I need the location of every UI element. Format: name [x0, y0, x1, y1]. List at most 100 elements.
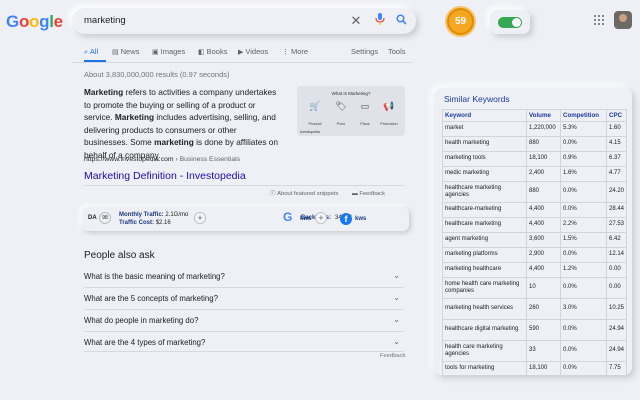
paa-divider	[84, 351, 404, 352]
avatar[interactable]	[614, 11, 632, 29]
volume-cell: 880	[526, 181, 561, 203]
google-kws-label[interactable]: kws	[300, 216, 311, 222]
snippet-bold: Marketing	[84, 87, 124, 97]
mic-icon[interactable]	[372, 13, 388, 29]
keyword-cell[interactable]: medic marketing	[442, 166, 527, 182]
table-row[interactable]: healthcare-marketing 4,400 0.0% 28.44	[442, 202, 627, 218]
tab-all[interactable]: ⌕ All	[84, 47, 98, 57]
keyword-cell[interactable]: health marketing	[442, 136, 527, 152]
more-icon: ⋮	[282, 49, 289, 56]
column-header: Volume	[526, 109, 561, 122]
snippet-bold: marketing	[154, 137, 194, 147]
feedback-link[interactable]: Feedback	[359, 191, 384, 197]
close-icon[interactable]: ✕	[348, 13, 364, 29]
tab-videos[interactable]: ▶ Videos	[238, 47, 268, 56]
volume-cell: 2,900	[526, 247, 561, 263]
add-traffic-button[interactable]: +	[194, 212, 206, 224]
paa-question[interactable]: What are the 5 concepts of marketing? ⌄	[84, 293, 404, 303]
search-input[interactable]: marketing	[84, 15, 126, 26]
keyword-cell[interactable]: tools for marketing	[442, 361, 527, 377]
paa-question-text: What are the 4 types of marketing?	[84, 338, 206, 347]
competition-cell: 0.0%	[560, 340, 607, 362]
result-title-link[interactable]: Marketing Definition - Investopedia	[84, 170, 246, 182]
apps-grid-icon[interactable]	[594, 15, 604, 25]
video-icon: ▶	[238, 49, 244, 56]
paa-feedback-link[interactable]: Feedback	[380, 353, 405, 359]
volume-cell: 33	[526, 340, 561, 362]
settings-link[interactable]: Settings	[351, 47, 378, 56]
similar-keywords-panel: Similar Keywords Keyword Volume Competit…	[434, 88, 632, 377]
tab-label: News	[120, 47, 140, 56]
keyword-cell[interactable]: market	[442, 121, 527, 137]
keyword-cell[interactable]: marketing platforms	[442, 247, 527, 263]
volume-cell: 10	[526, 277, 561, 299]
table-row[interactable]: healthcare marketing 4,400 2.2% 27.53	[442, 217, 627, 233]
keyword-cell[interactable]: marketing healthcare	[442, 262, 527, 278]
cpc-cell: 24.20	[606, 181, 627, 203]
result-url[interactable]: https://www.investopedia.com › Business …	[84, 156, 240, 163]
table-row[interactable]: marketing healthcare 4,400 1.2% 0.00	[442, 262, 627, 278]
keyword-cell[interactable]: healthcare marketing	[442, 217, 527, 233]
table-row[interactable]: agent marketing 3,600 1.5% 6.42	[442, 232, 627, 248]
about-featured-snippets-link[interactable]: About featured snippets	[277, 191, 338, 197]
volume-cell: 18,100	[526, 151, 561, 167]
google-icon[interactable]: G	[283, 210, 292, 224]
tab-more[interactable]: ⋮ More	[282, 47, 308, 56]
cpc-cell: 6.42	[606, 232, 627, 248]
paa-question[interactable]: What do people in marketing do? ⌄	[84, 315, 404, 325]
table-row[interactable]: marketing health services 260 3.0% 10.25	[442, 298, 627, 320]
similar-keywords-title: Similar Keywords	[444, 94, 510, 104]
facebook-icon[interactable]: f	[340, 213, 352, 225]
image-label: Product	[308, 122, 322, 126]
competition-cell: 0.0%	[560, 181, 607, 203]
logo-letter: e	[53, 12, 63, 31]
add-kws-button[interactable]: +	[315, 212, 327, 224]
table-row[interactable]: marketing platforms 2,900 0.0% 12.14	[442, 247, 627, 263]
competition-cell: 0.0%	[560, 247, 607, 263]
search-box[interactable]: marketing ✕	[72, 8, 416, 34]
monitor-icon: ▭	[360, 101, 370, 111]
keyword-cell[interactable]: healthcare-marketing	[442, 202, 527, 218]
table-row[interactable]: health marketing 880 0.0% 4.15	[442, 136, 627, 152]
seo-score-badge[interactable]: 59	[447, 8, 474, 35]
table-row[interactable]: health care marketing agencies 33 0.0% 24.9…	[442, 340, 627, 362]
paa-question-text: What is the basic meaning of marketing?	[84, 272, 225, 281]
volume-cell: 3,600	[526, 232, 561, 248]
paa-question-text: What are the 5 concepts of marketing?	[84, 294, 218, 303]
paa-question[interactable]: What are the 4 types of marketing? ⌄	[84, 337, 404, 347]
snippet-image[interactable]: What Is Marketing? 🛒 🏷 ▭ 📢 Product Price…	[297, 86, 405, 136]
table-row[interactable]: home health care marketing companies 10 0.…	[442, 277, 627, 299]
facebook-kws-label[interactable]: kws	[355, 216, 366, 222]
keyword-cell[interactable]: healthcare digital marketing	[442, 319, 527, 341]
search-icon[interactable]	[393, 13, 409, 29]
keyword-cell[interactable]: health care marketing agencies	[442, 340, 527, 362]
url-text: https://www.investopedia.com	[84, 156, 174, 163]
keyword-cell[interactable]: home health care marketing companies	[442, 277, 527, 299]
tab-label: Images	[160, 47, 186, 56]
tab-books[interactable]: ◧ Books	[198, 47, 227, 56]
tab-news[interactable]: ▤ News	[112, 47, 139, 56]
table-row[interactable]: healthcare marketing agencies 880 0.0% 24.2…	[442, 181, 627, 203]
volume-cell: 1,220,000	[526, 121, 561, 137]
tab-label: All	[89, 47, 99, 56]
snippet-image-title: What Is Marketing?	[331, 91, 371, 96]
competition-cell: 0.9%	[560, 151, 607, 167]
table-row[interactable]: marketing tools 18,100 0.9% 6.37	[442, 151, 627, 167]
table-row[interactable]: medic marketing 2,400 1.6% 4.77	[442, 166, 627, 182]
keyword-cell[interactable]: marketing health services	[442, 298, 527, 320]
keyword-cell[interactable]: agent marketing	[442, 232, 527, 248]
google-logo[interactable]: Google	[6, 12, 63, 32]
paa-question[interactable]: What is the basic meaning of marketing? ⌄	[84, 271, 404, 281]
extension-toggle[interactable]	[498, 17, 522, 28]
table-row[interactable]: healthcare digital marketing 590 0.0% 24.94	[442, 319, 627, 341]
tools-link[interactable]: Tools	[388, 47, 406, 56]
cpc-cell: 4.15	[606, 136, 627, 152]
table-row[interactable]: market 1,220,000 5.3% 1.60	[442, 121, 627, 137]
table-row[interactable]: tools for marketing 18,100 0.0% 7.75	[442, 361, 627, 377]
tab-images[interactable]: ▣ Images	[152, 47, 185, 56]
cpc-cell: 28.44	[606, 202, 627, 218]
logo-letter: g	[39, 12, 50, 31]
keyword-cell[interactable]: healthcare marketing agencies	[442, 181, 527, 203]
cpc-cell: 7.75	[606, 361, 627, 377]
keyword-cell[interactable]: marketing tools	[442, 151, 527, 167]
